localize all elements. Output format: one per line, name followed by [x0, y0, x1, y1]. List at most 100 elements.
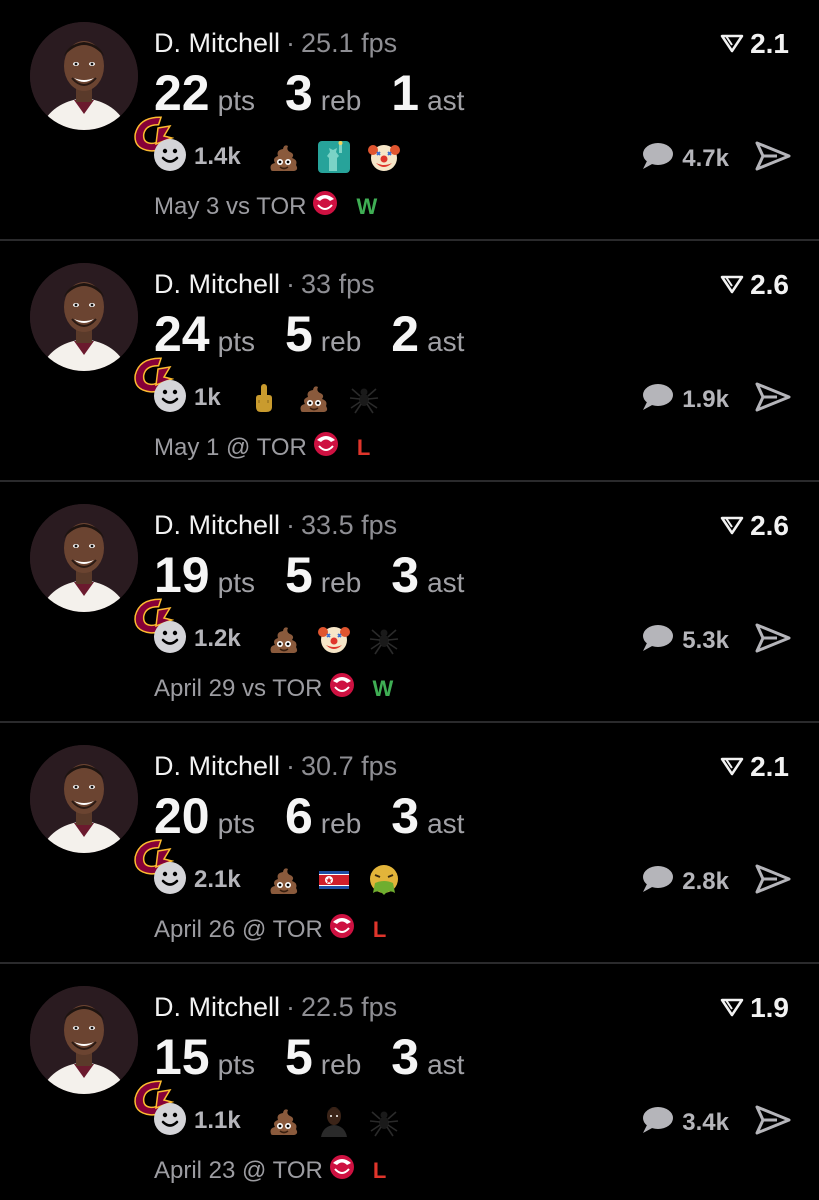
smile-reaction-button[interactable]: 1k — [154, 379, 221, 417]
smile-count: 1.1k — [194, 1107, 241, 1134]
smile-icon — [154, 861, 186, 899]
smile-count: 1k — [194, 384, 221, 411]
stat-pts: 22 pts — [154, 64, 255, 122]
separator-dot: · — [286, 751, 296, 781]
stat-line: 19 pts 5 reb 3 ast — [154, 546, 494, 604]
game-info[interactable]: May 3 vs TOR W — [154, 189, 377, 224]
statue-of-liberty-emoji[interactable] — [317, 140, 351, 174]
comment-icon — [640, 623, 674, 658]
rating-badge[interactable]: 2.6 — [720, 510, 789, 542]
poop-emoji[interactable] — [267, 1104, 301, 1138]
rating-badge[interactable]: 2.6 — [720, 269, 789, 301]
feed: D. Mitchell · 25.1 fps 2.1 22 pts 3 reb 1 … — [0, 0, 819, 1200]
fps-value: 25.1 fps — [301, 28, 398, 58]
rating-badge[interactable]: 1.9 — [720, 992, 789, 1024]
share-icon[interactable] — [755, 141, 791, 171]
post-card[interactable]: D. Mitchell · 25.1 fps 2.1 22 pts 3 reb 1 … — [0, 0, 819, 241]
person-emoji[interactable] — [317, 1104, 351, 1138]
stat-ast: 3 ast — [391, 1028, 464, 1086]
stat-line: 22 pts 3 reb 1 ast — [154, 64, 494, 122]
rating-icon — [720, 28, 744, 60]
comment-icon — [640, 141, 674, 176]
rating-badge[interactable]: 2.1 — [720, 751, 789, 783]
smile-count: 1.2k — [194, 625, 241, 652]
stat-value: 24 — [154, 306, 210, 362]
player-name[interactable]: D. Mitchell — [154, 751, 280, 781]
fps-value: 22.5 fps — [301, 992, 398, 1022]
post-card[interactable]: D. Mitchell · 33 fps 2.6 24 pts 5 reb 2 as… — [0, 241, 819, 482]
player-avatar[interactable] — [30, 263, 174, 393]
player-avatar[interactable] — [30, 504, 174, 634]
player-name[interactable]: D. Mitchell — [154, 992, 280, 1022]
rating-value: 2.6 — [750, 269, 789, 300]
stat-value: 3 — [391, 1029, 420, 1085]
clown-face-emoji[interactable] — [317, 622, 351, 656]
raptors-logo-icon — [323, 671, 357, 706]
post-card[interactable]: D. Mitchell · 22.5 fps 1.9 15 pts 5 reb 3 … — [0, 964, 819, 1200]
raptors-logo-icon — [306, 189, 340, 224]
stat-unit: pts — [217, 326, 255, 357]
smile-icon — [154, 1102, 186, 1140]
game-info[interactable]: April 29 vs TOR W — [154, 671, 393, 706]
stat-ast: 1 ast — [391, 64, 464, 122]
north-korea-flag-emoji[interactable] — [317, 863, 351, 897]
stat-value: 5 — [284, 306, 313, 362]
post-header: D. Mitchell · 25.1 fps — [154, 28, 397, 59]
smile-icon — [154, 379, 186, 417]
comments-button[interactable]: 1.9k — [640, 382, 729, 417]
stat-pts: 15 pts — [154, 1028, 255, 1086]
share-icon[interactable] — [755, 382, 791, 412]
post-header: D. Mitchell · 33 fps — [154, 269, 375, 300]
stat-unit: reb — [320, 85, 362, 116]
player-name[interactable]: D. Mitchell — [154, 28, 280, 58]
stat-reb: 3 reb — [285, 64, 361, 122]
comments-button[interactable]: 3.4k — [640, 1105, 729, 1140]
game-info[interactable]: April 26 @ TOR L — [154, 912, 386, 947]
rating-value: 1.9 — [750, 992, 789, 1023]
fps-value: 33 fps — [301, 269, 375, 299]
poop-emoji[interactable] — [267, 863, 301, 897]
player-avatar[interactable] — [30, 745, 174, 875]
rating-badge[interactable]: 2.1 — [720, 28, 789, 60]
share-icon[interactable] — [755, 1105, 791, 1135]
stat-unit: ast — [427, 326, 465, 357]
smile-reaction-button[interactable]: 1.1k — [154, 1102, 241, 1140]
spider-emoji[interactable] — [367, 1104, 401, 1138]
comments-button[interactable]: 5.3k — [640, 623, 729, 658]
stat-value: 22 — [154, 65, 210, 121]
smile-reaction-button[interactable]: 1.4k — [154, 138, 241, 176]
player-avatar[interactable] — [30, 22, 174, 152]
stat-value: 2 — [391, 306, 420, 362]
player-name[interactable]: D. Mitchell — [154, 269, 280, 299]
stat-line: 20 pts 6 reb 3 ast — [154, 787, 494, 845]
game-result-badge: W — [372, 675, 394, 701]
share-icon[interactable] — [755, 623, 791, 653]
poop-emoji[interactable] — [267, 140, 301, 174]
spider-emoji[interactable] — [347, 381, 381, 415]
game-info[interactable]: May 1 @ TOR L — [154, 430, 370, 465]
stat-unit: reb — [320, 808, 362, 839]
middle-finger-emoji[interactable] — [247, 381, 281, 415]
spider-emoji[interactable] — [367, 622, 401, 656]
comments-button[interactable]: 2.8k — [640, 864, 729, 899]
game-date-opponent: April 29 vs TOR — [154, 674, 323, 702]
game-result-badge: L — [372, 1157, 387, 1183]
player-avatar[interactable] — [30, 986, 174, 1116]
share-icon[interactable] — [755, 864, 791, 894]
smile-reaction-button[interactable]: 1.2k — [154, 620, 241, 658]
smile-icon — [154, 620, 186, 658]
post-card[interactable]: D. Mitchell · 33.5 fps 2.6 19 pts 5 reb 3 … — [0, 482, 819, 723]
post-card[interactable]: D. Mitchell · 30.7 fps 2.1 20 pts 6 reb 3 … — [0, 723, 819, 964]
stat-reb: 5 reb — [285, 1028, 361, 1086]
player-name[interactable]: D. Mitchell — [154, 510, 280, 540]
vomiting-face-emoji[interactable] — [367, 863, 401, 897]
stat-reb: 6 reb — [285, 787, 361, 845]
stat-value: 15 — [154, 1029, 210, 1085]
smile-reaction-button[interactable]: 2.1k — [154, 861, 241, 899]
stat-unit: pts — [217, 808, 255, 839]
poop-emoji[interactable] — [297, 381, 331, 415]
comments-button[interactable]: 4.7k — [640, 141, 729, 176]
poop-emoji[interactable] — [267, 622, 301, 656]
game-info[interactable]: April 23 @ TOR L — [154, 1153, 386, 1188]
clown-face-emoji[interactable] — [367, 140, 401, 174]
